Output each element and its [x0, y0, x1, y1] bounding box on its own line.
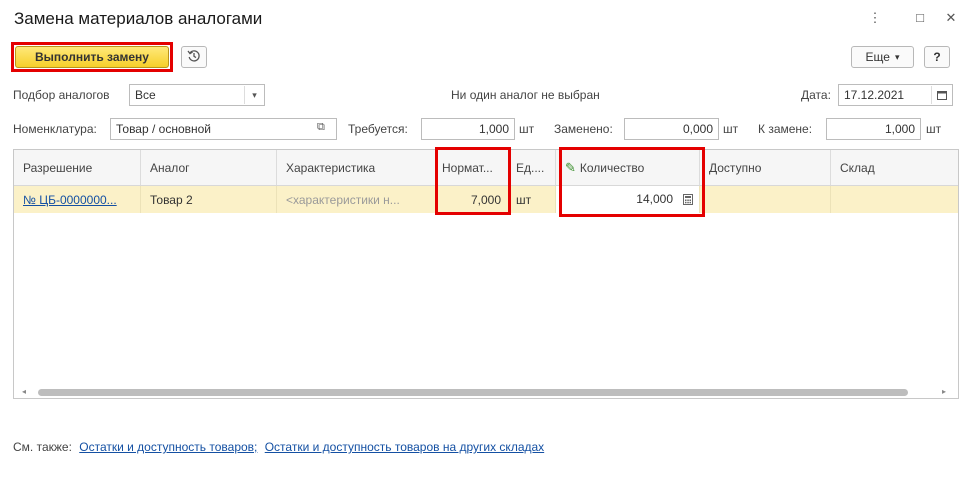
- maximize-icon[interactable]: □: [912, 10, 928, 25]
- chevron-down-icon: ▾: [894, 51, 900, 62]
- highlight-frame-quantity: [559, 147, 705, 217]
- to-replace-value: 1,000: [884, 122, 915, 136]
- column-header-available[interactable]: Доступно: [700, 150, 831, 185]
- cell-warehouse[interactable]: [831, 186, 958, 213]
- permission-link[interactable]: № ЦБ-0000000...: [23, 193, 117, 207]
- to-replace-unit: шт: [926, 122, 942, 136]
- analog-selection-value: Все: [135, 88, 156, 102]
- scroll-left-icon[interactable]: ◂: [22, 387, 26, 396]
- cell-available[interactable]: [700, 186, 831, 213]
- scroll-right-icon[interactable]: ▸: [942, 387, 946, 396]
- nomenclature-label: Номенклатура:: [13, 122, 97, 136]
- required-field[interactable]: 1,000: [421, 118, 515, 140]
- nomenclature-field[interactable]: Товар / основной ⧉: [110, 118, 337, 140]
- required-unit: шт: [519, 122, 535, 136]
- required-label: Требуется:: [348, 122, 408, 136]
- column-header-characteristic[interactable]: Характеристика: [277, 150, 436, 185]
- cell-analog[interactable]: Товар 2: [141, 186, 277, 213]
- replaced-field[interactable]: 0,000: [624, 118, 719, 140]
- date-field[interactable]: 17.12.2021: [838, 84, 953, 106]
- help-button[interactable]: ?: [924, 46, 950, 68]
- history-button[interactable]: [181, 46, 207, 68]
- column-header-analog[interactable]: Аналог: [141, 150, 277, 185]
- horizontal-scrollbar[interactable]: ◂ ▸: [14, 386, 958, 398]
- column-header-permission[interactable]: Разрешение: [14, 150, 141, 185]
- cell-permission[interactable]: № ЦБ-0000000...: [14, 186, 141, 213]
- to-replace-field[interactable]: 1,000: [826, 118, 921, 140]
- status-text: Ни один аналог не выбран: [451, 88, 600, 102]
- column-header-unit[interactable]: Ед....: [510, 150, 556, 185]
- highlight-frame-norm: [435, 147, 511, 215]
- date-value: 17.12.2021: [844, 88, 905, 102]
- replaced-value: 0,000: [682, 122, 713, 136]
- nomenclature-value: Товар / основной: [116, 122, 212, 136]
- column-header-warehouse[interactable]: Склад: [831, 150, 958, 185]
- more-label: Еще: [865, 50, 890, 64]
- see-also: См. также: Остатки и доступность товаров…: [13, 440, 544, 454]
- chevron-down-icon[interactable]: ▾: [244, 86, 264, 104]
- calendar-icon[interactable]: [931, 86, 951, 104]
- window-title: Замена материалов аналогами: [14, 9, 263, 28]
- more-menu-icon[interactable]: ⋮: [867, 10, 883, 26]
- replaced-label: Заменено:: [554, 122, 613, 136]
- close-icon[interactable]: ✕: [943, 10, 959, 26]
- date-label: Дата:: [801, 88, 831, 102]
- analog-selection-label: Подбор аналогов: [13, 88, 110, 102]
- more-button[interactable]: Еще ▾: [851, 46, 914, 68]
- cell-characteristic[interactable]: <характеристики н...: [277, 186, 436, 213]
- see-also-label: См. также:: [13, 440, 72, 454]
- to-replace-label: К замене:: [758, 122, 813, 136]
- replaced-unit: шт: [723, 122, 739, 136]
- cell-unit[interactable]: шт: [510, 186, 556, 213]
- analog-selection-select[interactable]: Все ▾: [129, 84, 265, 106]
- scrollbar-thumb[interactable]: [38, 389, 908, 396]
- open-icon[interactable]: ⧉: [317, 121, 325, 134]
- execute-replacement-button[interactable]: Выполнить замену: [15, 46, 169, 68]
- required-value: 1,000: [478, 122, 509, 136]
- stock-availability-link[interactable]: Остатки и доступность товаров;: [79, 440, 257, 454]
- other-warehouses-link[interactable]: Остатки и доступность товаров на других …: [265, 440, 544, 454]
- history-icon: [187, 49, 201, 66]
